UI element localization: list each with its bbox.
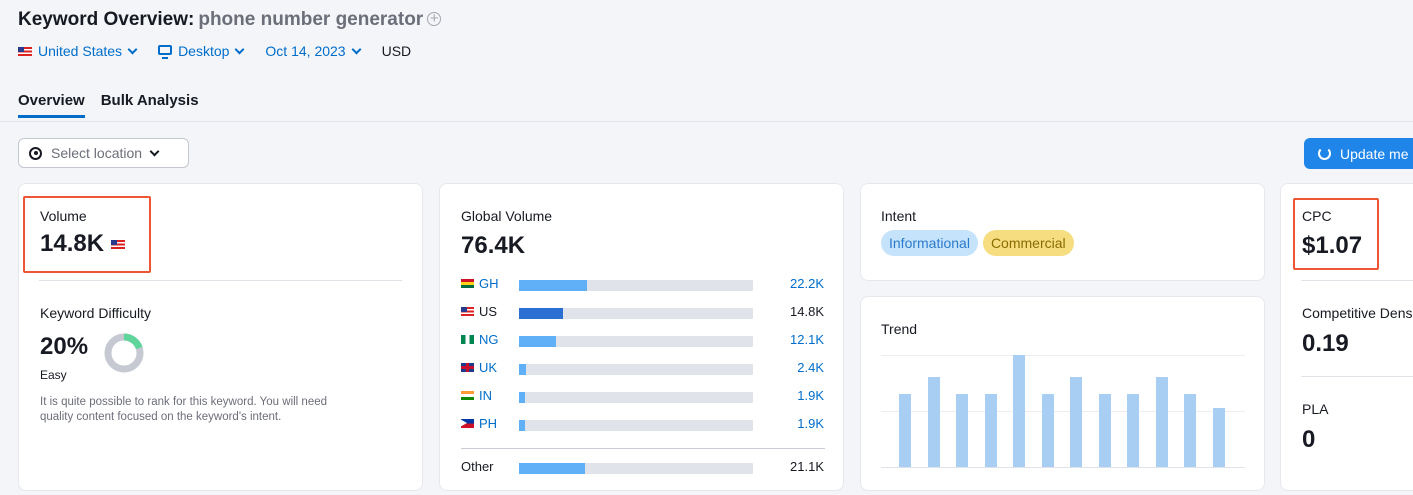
difficulty-level: Easy xyxy=(40,368,67,382)
intent-tag-informational: Informational xyxy=(881,230,978,256)
tab-bar: Overview Bulk Analysis xyxy=(18,92,215,118)
country-select[interactable]: United States xyxy=(18,43,138,59)
update-metrics-button[interactable]: Update me xyxy=(1304,138,1413,169)
chevron-down-icon xyxy=(351,44,362,54)
trend-label: Trend xyxy=(881,321,918,337)
keyword-name: phone number generator xyxy=(198,9,424,30)
title-prefix: Keyword Overview: xyxy=(18,9,195,30)
trend-bar xyxy=(899,394,911,467)
filters-bar: United States Desktop Oct 14, 2023 USD xyxy=(18,43,433,59)
location-select[interactable]: Select location xyxy=(18,138,189,168)
intent-card: Intent Informational Commercial xyxy=(860,183,1265,281)
device-select[interactable]: Desktop xyxy=(158,43,245,59)
tab-bulk-analysis[interactable]: Bulk Analysis xyxy=(101,92,199,118)
global-volume-card: Global Volume 76.4K GH 22.2K US 14.8K NG… xyxy=(439,183,844,491)
country-bar-ng xyxy=(519,336,556,347)
difficulty-label: Keyword Difficulty xyxy=(40,305,152,321)
uk-flag-icon xyxy=(461,363,474,372)
trend-bar xyxy=(984,394,997,467)
chevron-down-icon xyxy=(127,44,138,54)
us-flag-icon xyxy=(18,46,32,56)
intent-tags: Informational Commercial xyxy=(881,230,1079,256)
add-icon[interactable]: + xyxy=(427,11,442,26)
location-pin-icon xyxy=(29,146,42,160)
global-volume-value: 76.4K xyxy=(461,232,526,259)
trend-gridline xyxy=(881,467,1245,468)
intent-label: Intent xyxy=(881,208,917,224)
pla-value: 0 xyxy=(1302,426,1316,453)
trend-bar xyxy=(1041,394,1054,467)
country-bar-us xyxy=(519,308,563,319)
competitive-density-label: Competitive Density xyxy=(1302,305,1413,321)
india-flag-icon xyxy=(461,391,474,400)
difficulty-value: 20% xyxy=(40,333,89,360)
nigeria-flag-icon xyxy=(461,335,474,344)
trend-bars xyxy=(881,355,1245,467)
tab-overview[interactable]: Overview xyxy=(18,92,85,118)
philippines-flag-icon xyxy=(461,419,474,428)
desktop-icon xyxy=(158,44,173,59)
chevron-down-icon xyxy=(234,44,245,54)
country-row-ph[interactable]: PH 1.9K xyxy=(461,414,837,436)
trend-bar xyxy=(1184,394,1196,467)
trend-bar xyxy=(1155,377,1168,467)
location-placeholder: Select location xyxy=(51,145,143,161)
highlight-box xyxy=(23,196,151,273)
trend-bar xyxy=(927,377,940,467)
highlight-box xyxy=(1293,198,1379,270)
divider xyxy=(461,448,825,449)
intent-tag-commercial: Commercial xyxy=(982,230,1074,256)
trend-bar xyxy=(956,394,968,467)
pla-label: PLA xyxy=(1302,401,1329,417)
country-bar-in xyxy=(519,392,525,403)
us-flag-icon xyxy=(461,307,474,316)
difficulty-donut xyxy=(104,333,144,373)
trend-chart xyxy=(881,355,1245,468)
competitive-density-value: 0.19 xyxy=(1302,330,1349,357)
trend-bar xyxy=(1098,394,1111,467)
global-volume-label: Global Volume xyxy=(461,208,553,224)
page-header: Keyword Overview: phone number generator +… xyxy=(0,0,1413,122)
country-row-in[interactable]: IN 1.9K xyxy=(461,386,837,408)
date-select[interactable]: Oct 14, 2023 xyxy=(265,43,362,59)
volume-difficulty-card: Volume 14.8K Keyword Difficulty 20% Easy… xyxy=(18,183,423,491)
country-row-us[interactable]: US 14.8K xyxy=(461,302,837,324)
trend-bar xyxy=(1212,408,1225,467)
trend-card: Trend xyxy=(860,296,1265,491)
country-volume-list: GH 22.2K US 14.8K NG 12.1K UK 2.4K IN 1.… xyxy=(461,272,837,474)
trend-bar xyxy=(1070,377,1082,467)
trend-bar xyxy=(1013,355,1025,467)
difficulty-description: It is quite possible to rank for this ke… xyxy=(40,396,328,423)
ghana-flag-icon xyxy=(461,279,474,288)
refresh-icon xyxy=(1318,147,1331,160)
chevron-down-icon xyxy=(149,146,160,156)
country-row-ng[interactable]: NG 12.1K xyxy=(461,330,837,352)
divider xyxy=(1301,280,1413,281)
page-title: Keyword Overview: phone number generator + xyxy=(18,9,442,31)
country-bar-uk xyxy=(519,364,526,375)
divider xyxy=(1301,376,1413,377)
trend-bar xyxy=(1127,394,1139,467)
country-row-gh[interactable]: GH 22.2K xyxy=(461,274,837,296)
country-bar-ph xyxy=(519,420,525,431)
country-row-other: Other 21.1K xyxy=(461,459,824,474)
divider xyxy=(39,280,402,281)
country-bar-gh xyxy=(519,280,587,291)
country-bar-other xyxy=(519,463,585,474)
country-row-uk[interactable]: UK 2.4K xyxy=(461,358,837,380)
cpc-card: CPC $1.07 Competitive Density 0.19 PLA 0 xyxy=(1280,183,1413,491)
currency-label: USD xyxy=(381,43,412,59)
